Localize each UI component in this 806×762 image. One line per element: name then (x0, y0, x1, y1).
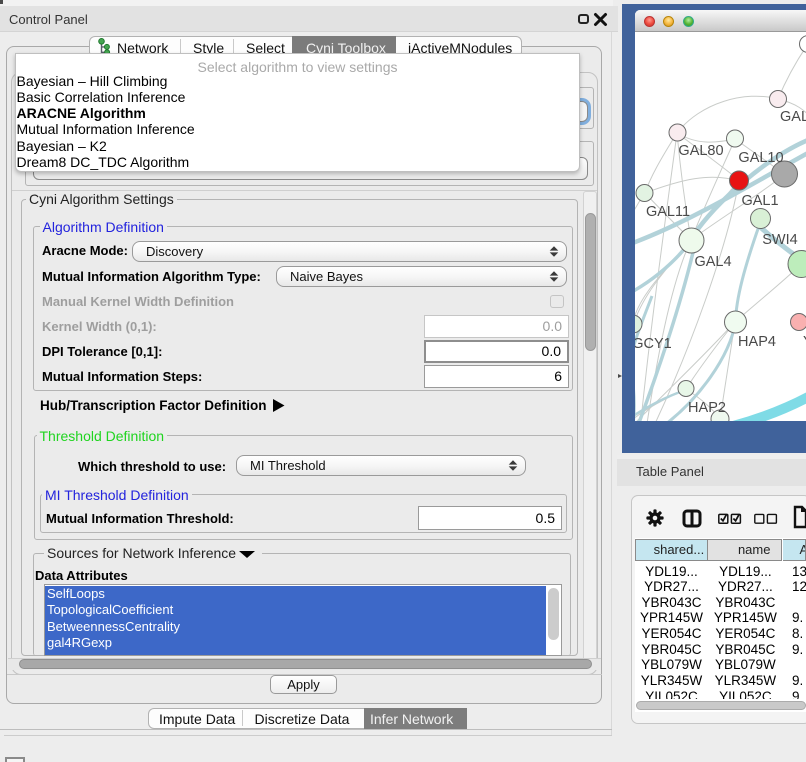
svg-text:HAP4: HAP4 (738, 334, 776, 350)
svg-text:GAL7: GAL7 (780, 109, 806, 125)
svg-text:GAL10: GAL10 (738, 150, 783, 166)
svg-text:HAP2: HAP2 (688, 400, 726, 416)
svg-text:GAL1: GAL1 (741, 193, 778, 209)
svg-text:GAL80: GAL80 (678, 143, 723, 159)
svg-text:GAL4: GAL4 (694, 254, 731, 270)
svg-text:GCY1: GCY1 (635, 336, 672, 352)
svg-text:SWI4: SWI4 (762, 232, 797, 248)
svg-text:GAL11: GAL11 (646, 204, 690, 220)
